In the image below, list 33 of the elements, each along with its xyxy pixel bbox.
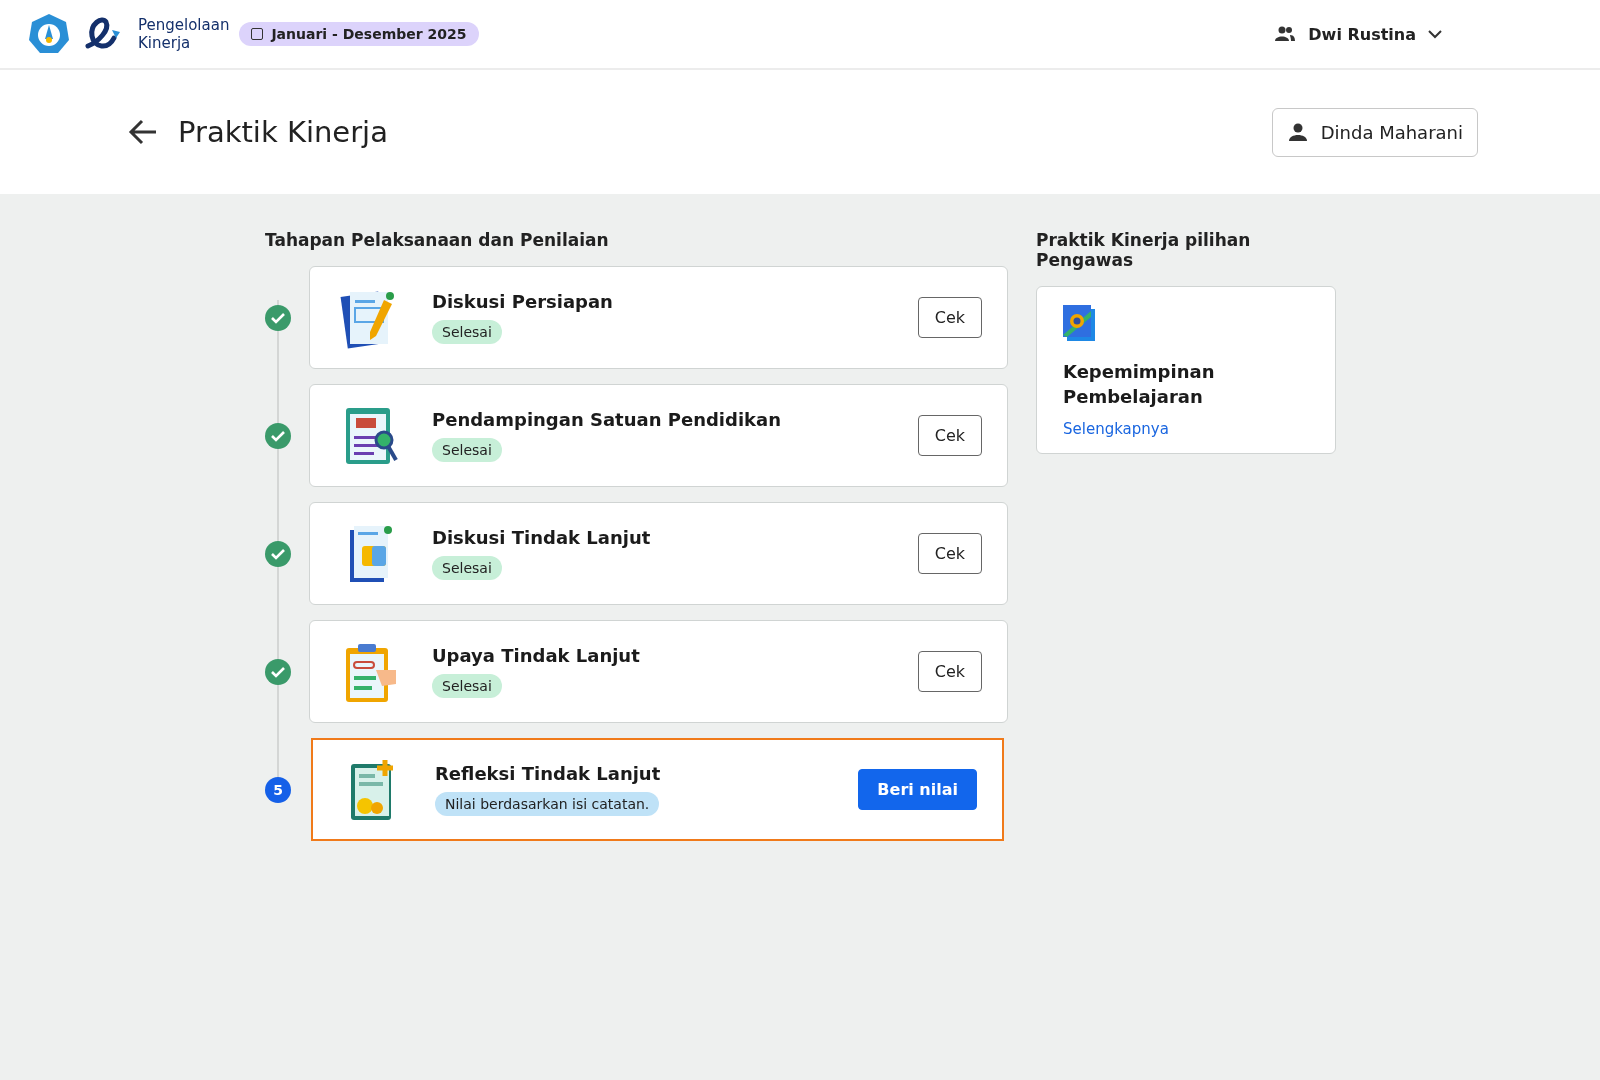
step-number: 5 — [265, 776, 291, 803]
check-button[interactable]: Cek — [917, 651, 982, 692]
people-icon — [1274, 26, 1297, 42]
emblem-icon — [28, 13, 70, 55]
status-badge: Selesai — [432, 674, 502, 698]
check-button[interactable]: Cek — [917, 415, 982, 456]
section-heading: Praktik Kinerja pilihan Pengawas — [1036, 230, 1252, 270]
check-button[interactable]: Cek — [917, 533, 982, 574]
section-heading: Tahapan Pelaksanaan dan Penilaian — [265, 230, 610, 250]
check-button[interactable]: Cek — [917, 297, 982, 338]
period-badge[interactable]: Januari - Desember 2025 — [239, 22, 479, 46]
chevron-down-icon — [1428, 29, 1442, 39]
app-name: Kinerja — [138, 34, 192, 52]
stage-title: Refleksi Tindak Lanjut — [435, 763, 661, 784]
page-title: Praktik Kinerja — [178, 115, 389, 149]
badge-book-icon — [1063, 305, 1097, 343]
checkbox-icon — [251, 28, 264, 40]
rate-button[interactable]: Beri nilai — [858, 769, 977, 810]
person-button[interactable]: Dinda Maharani — [1271, 107, 1478, 157]
person-icon — [1288, 123, 1307, 141]
practice-title: Kepemimpinan Pembelajaran — [1063, 360, 1216, 409]
stage-title: Upaya Tindak Lanjut — [432, 645, 640, 666]
back-arrow-icon[interactable] — [128, 119, 158, 145]
user-menu[interactable]: Dwi Rustina — [1274, 24, 1442, 44]
status-badge: Selesai — [432, 556, 502, 580]
stage-title: Pendampingan Satuan Pendidikan — [432, 409, 781, 430]
status-badge: Selesai — [432, 438, 502, 462]
stage-title: Diskusi Persiapan — [432, 291, 613, 312]
app-name: Pengelolaan — [138, 16, 230, 34]
more-link[interactable]: Selengkapnya — [1063, 420, 1169, 438]
stage-title: Diskusi Tindak Lanjut — [432, 527, 651, 548]
status-badge: Selesai — [432, 320, 502, 344]
status-badge: Nilai berdasarkan isi catatan. — [435, 792, 660, 816]
